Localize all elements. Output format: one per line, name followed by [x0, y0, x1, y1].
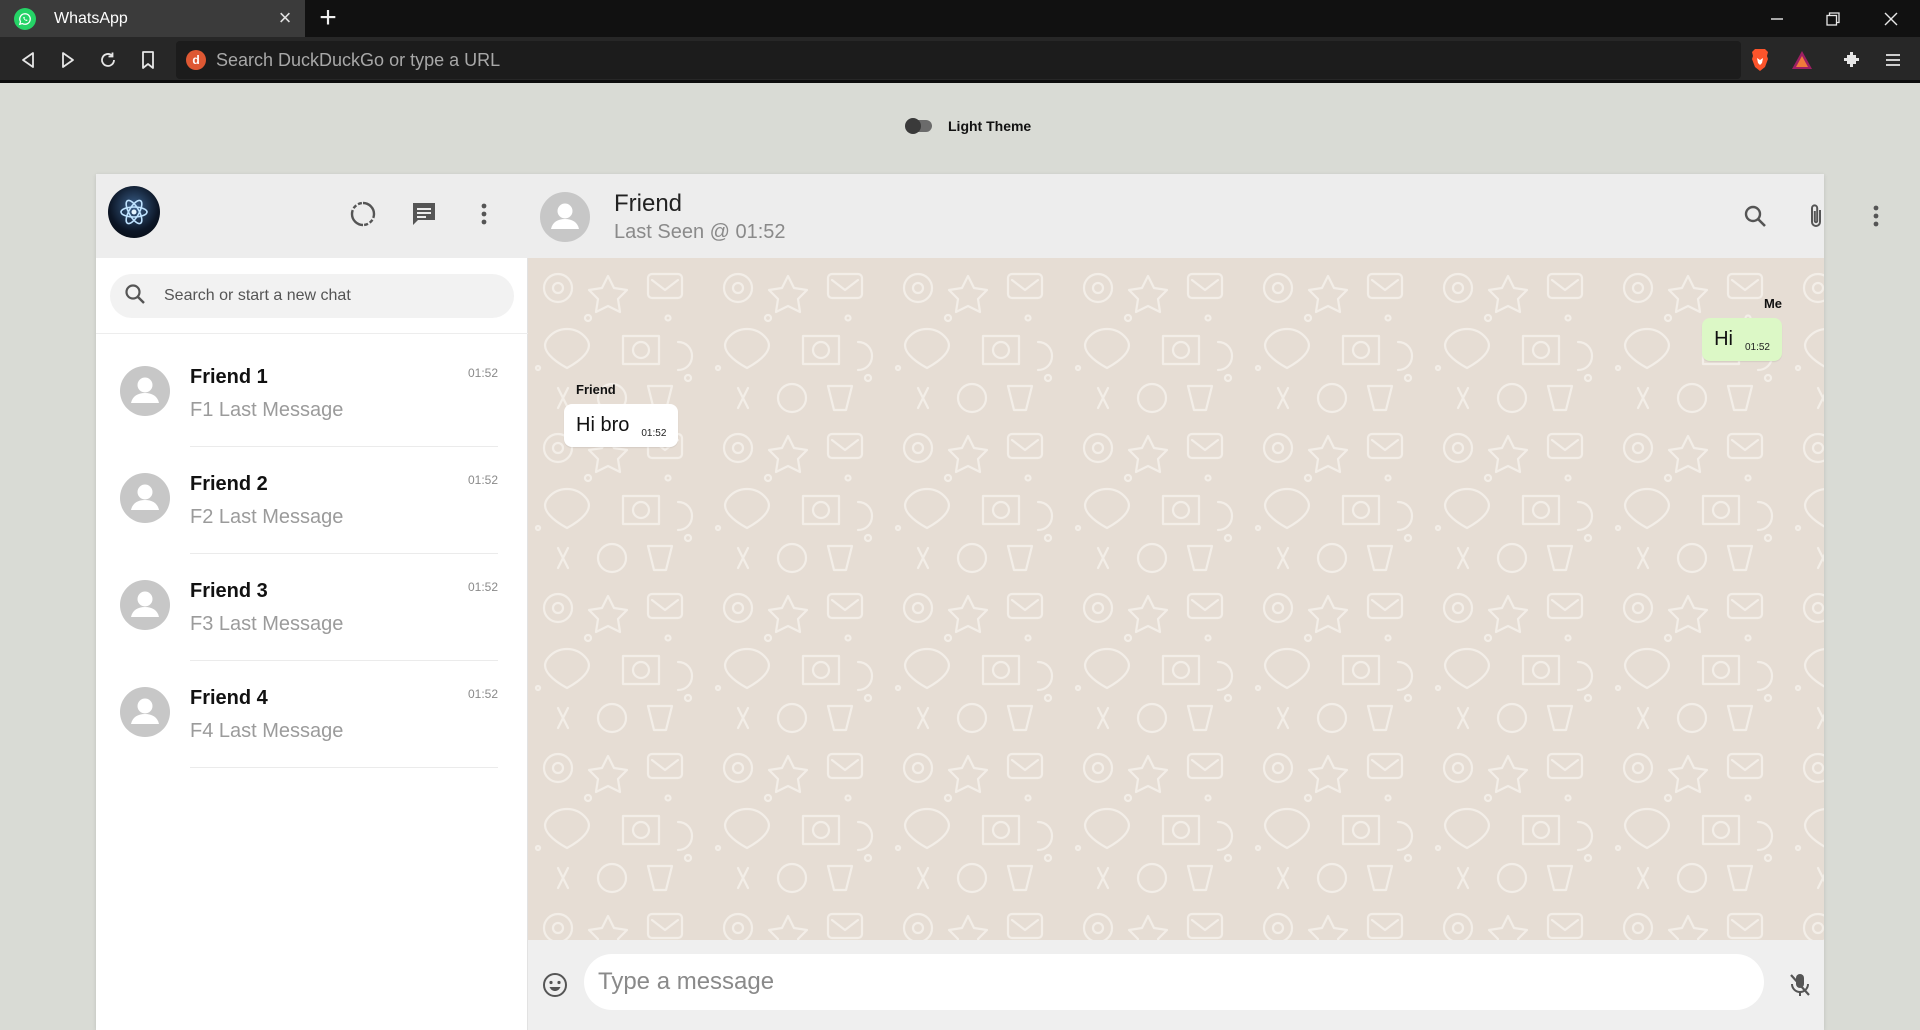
chat-search-section — [96, 258, 528, 334]
divider — [190, 767, 498, 768]
tab-close-icon[interactable]: × — [273, 6, 297, 30]
chat-last-message: F4 Last Message — [190, 720, 344, 742]
outgoing-message: Me Hi 01:52 — [1702, 296, 1782, 361]
search-input[interactable] — [164, 287, 484, 305]
message-input[interactable] — [584, 954, 1764, 1010]
restore-icon[interactable] — [1805, 0, 1861, 37]
message-composer — [528, 940, 1824, 1030]
list-item[interactable]: Friend 1 F1 Last Message 01:52 — [96, 340, 528, 447]
extensions-icon[interactable] — [1838, 46, 1866, 74]
new-tab-icon[interactable]: + — [313, 3, 343, 34]
chat-wallpaper-pattern — [528, 258, 1824, 940]
contact-name: Friend — [614, 190, 683, 217]
new-chat-icon[interactable] — [408, 198, 440, 230]
sidebar-header — [96, 174, 528, 258]
list-item[interactable]: Friend 2 F2 Last Message 01:52 — [96, 447, 528, 554]
emoji-icon[interactable] — [540, 970, 570, 1000]
browser-toolbar: d — [0, 37, 1920, 83]
avatar — [120, 473, 170, 523]
message-bubble[interactable]: Hi bro 01:52 — [564, 404, 679, 447]
avatar — [120, 687, 170, 737]
browser-tab-strip: WhatsApp × + — [0, 0, 1920, 37]
user-icon — [551, 203, 579, 229]
list-item[interactable]: Friend 3 F3 Last Message 01:52 — [96, 554, 528, 661]
chat-search-box[interactable] — [110, 274, 514, 318]
user-icon — [131, 698, 159, 724]
user-icon — [131, 484, 159, 510]
theme-toggle[interactable]: Light Theme — [905, 118, 1032, 134]
avatar — [120, 580, 170, 630]
conversation-panel: Friend Last Seen @ 01:52 Me Hi 01:52 Fri… — [528, 174, 1879, 1030]
list-item[interactable]: Friend 4 F4 Last Message 01:52 — [96, 661, 528, 768]
chat-last-message: F3 Last Message — [190, 613, 344, 635]
chat-list: Friend 1 F1 Last Message 01:52 Friend 2 … — [96, 340, 528, 768]
chat-time: 01:52 — [467, 687, 498, 701]
message-time: 01:52 — [641, 428, 667, 439]
menu-icon[interactable] — [1860, 200, 1892, 232]
contact-status: Last Seen @ 01:52 — [614, 221, 786, 243]
chat-name: Friend 2 — [190, 473, 268, 495]
conversation-header: Friend Last Seen @ 01:52 — [528, 174, 1879, 258]
message-bubble[interactable]: Hi 01:52 — [1702, 318, 1782, 361]
user-icon — [131, 377, 159, 403]
chat-name: Friend 1 — [190, 366, 268, 388]
message-text: Hi bro — [576, 414, 630, 436]
attach-icon[interactable] — [1800, 200, 1832, 232]
whatsapp-icon — [14, 7, 36, 30]
toggle-switch[interactable] — [905, 118, 932, 134]
mic-off-icon[interactable] — [1784, 969, 1816, 1001]
menu-icon[interactable] — [468, 198, 500, 230]
duckduckgo-icon: d — [186, 50, 206, 70]
theme-toggle-label: Light Theme — [948, 118, 1032, 134]
message-sender: Friend — [576, 382, 616, 397]
chat-time: 01:52 — [467, 473, 498, 487]
address-bar[interactable]: d — [176, 41, 1741, 79]
chat-time: 01:52 — [467, 580, 498, 594]
chat-last-message: F1 Last Message — [190, 399, 344, 421]
user-icon — [131, 591, 159, 617]
brave-rewards-icon[interactable] — [1788, 46, 1816, 74]
message-text: Hi — [1714, 328, 1733, 350]
avatar[interactable] — [540, 192, 590, 242]
chat-name: Friend 3 — [190, 580, 268, 602]
toggle-knob — [905, 118, 921, 134]
whatsapp-app: Friend 1 F1 Last Message 01:52 Friend 2 … — [96, 174, 1879, 1030]
sidebar: Friend 1 F1 Last Message 01:52 Friend 2 … — [96, 174, 528, 1030]
minimize-icon[interactable] — [1749, 0, 1805, 37]
back-icon[interactable] — [14, 46, 42, 74]
brave-shields-icon[interactable] — [1746, 46, 1774, 74]
browser-tab-whatsapp[interactable]: WhatsApp × — [0, 0, 305, 37]
message-time: 01:52 — [1744, 342, 1770, 353]
browser-menu-icon[interactable] — [1879, 46, 1907, 74]
incoming-message: Friend Hi bro 01:52 — [564, 382, 679, 447]
search-icon — [124, 283, 146, 310]
bookmark-icon[interactable] — [134, 46, 162, 74]
url-input[interactable] — [216, 49, 1616, 71]
message-area: Me Hi 01:52 Friend Hi bro 01:52 — [528, 258, 1824, 940]
reload-icon[interactable] — [94, 46, 122, 74]
status-icon[interactable] — [347, 198, 379, 230]
tab-title: WhatsApp — [54, 9, 128, 27]
avatar — [120, 366, 170, 416]
chat-name: Friend 4 — [190, 687, 268, 709]
chat-last-message: F2 Last Message — [190, 506, 344, 528]
search-icon[interactable] — [1739, 200, 1771, 232]
chat-time: 01:52 — [467, 366, 498, 380]
message-sender: Me — [1763, 296, 1782, 311]
forward-icon[interactable] — [54, 46, 82, 74]
avatar[interactable] — [108, 186, 160, 238]
window-close-icon[interactable] — [1863, 0, 1919, 37]
